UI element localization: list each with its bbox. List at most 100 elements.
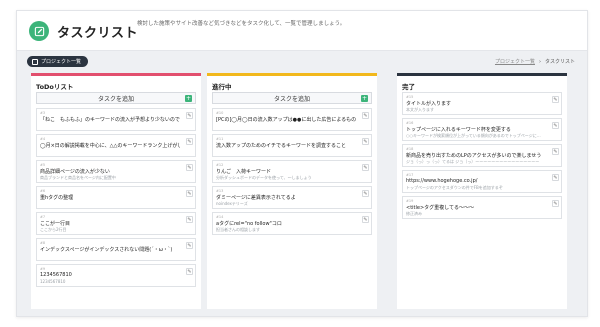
task-title: 商品詳細ページの流入が少ない [40,169,110,175]
pencil-icon[interactable]: ✎ [186,138,193,145]
column-title: ToDoリスト [36,83,74,91]
task-number: #4 [40,137,46,141]
task-title: りんご 入荷キーワード [216,169,272,175]
task-number: #12 [216,163,224,167]
task-number: #5 [40,163,46,167]
task-card[interactable]: #16 トップページに入れるキーワード杯を変更する ○○キーワードが検索順位が上がっ… [402,118,562,141]
task-card[interactable]: #17 https://www.hogehoge.co.jp/トップページのアクセ… [402,170,562,193]
breadcrumb-current: タスクリスト [544,59,575,65]
task-desc: ○○キーワードが検索順位が上がっている傾向があるのでトップページに… [406,133,541,138]
task-card[interactable]: #15 タイトルが入ります 本文が入ります ✎ [402,92,562,115]
task-card[interactable]: #6 重hタグの整理 ✎ [36,186,196,209]
task-card[interactable]: #7 ここが一行目 ここから2行目 ✎ [36,212,196,235]
pencil-icon[interactable]: ✎ [186,112,193,119]
breadcrumb-separator: › [538,58,541,65]
task-number: #17 [406,173,414,177]
pencil-icon[interactable]: ✎ [186,164,193,171]
task-desc: ここから2行目 [40,227,67,232]
pencil-icon[interactable]: ✎ [186,190,193,197]
pencil-icon[interactable]: ✎ [362,138,369,145]
task-title: 流入数アップのためのイチでるキーワードを調査すること [216,143,347,149]
task-title: aタグにrel="no follow"コロ [216,221,282,227]
task-card[interactable]: #9 1234567810 1234567810 ✎ [36,264,196,287]
task-title: ダミーページに差異表示されてるよ [216,195,296,201]
task-card[interactable]: #19 <title>タグ重複してる〜〜〜 修正済み ✎ [402,196,562,219]
task-number: #15 [406,95,414,99]
task-desc: 担当者さんの相談します [216,227,260,232]
task-number: #11 [216,137,224,141]
task-desc: 1234567810 [40,279,66,284]
task-card[interactable]: #13 ダミーページに差異表示されてるよ noindexテリーズ ✎ [212,186,372,209]
pencil-icon[interactable]: ✎ [186,216,193,223]
task-card[interactable]: #5 商品詳細ページの流入が少ない 商品ブランドと商品名をページ内に配置中 ✎ [36,160,196,183]
pencil-icon[interactable]: ✎ [186,242,193,249]
task-number: #16 [406,121,414,125]
breadcrumb-parent-link[interactable]: プロジェクト一覧 [495,58,535,65]
task-title: [PCの]◯月◯日の流入数アップは●●に出した広告によるものです [216,117,356,123]
column-title: 完了 [402,83,415,91]
task-desc: 修正済み [406,211,422,216]
page-description: 検討した施策やサイト改善など気づきなどをタスク化して、一覧で管理しましょう。 [137,21,346,27]
task-card[interactable]: #10 [PCの]◯月◯日の流入数アップは●●に出した広告によるものです ✎ [212,108,372,131]
card-list: #3 「ねこ もふもふ」のキーワードの流入が予想より少ないので、対策… ✎ #4 ◯月… [36,108,196,290]
pencil-icon[interactable]: ✎ [552,148,559,155]
task-number: #6 [40,189,46,193]
task-title: ◯月×日の解説掲載を中心に、△△のキーワードランク上げがしたい… [40,143,180,149]
pencil-icon[interactable]: ✎ [362,112,369,119]
task-title: インデックスページがインデックスされない問題(´・ω・`) [40,247,173,253]
project-list-label: プロジェクト一覧 [41,59,82,65]
task-card[interactable]: #14 aタグにrel="no follow"コロ 担当者さんの相談します ✎ [212,212,372,235]
task-number: #13 [216,189,224,193]
task-card[interactable]: #12 りんご 入荷キーワード 分析ダッシュボードのデータを使って、〜しましょう ✎ [212,160,372,183]
add-task-button[interactable]: タスクを追加 + [212,92,372,104]
task-number: #10 [216,111,224,115]
pencil-icon[interactable]: ✎ [552,174,559,181]
task-desc: 商品ブランドと商品名をページ内に配置中 [40,175,116,180]
task-number: #7 [40,215,46,219]
task-title: https://www.hogehoge.co.jp/ [406,178,478,184]
task-card[interactable]: #18 新商品を売り出すためのLPのアクセスが多いので楽しませう ジョ（っ）っ（っ）… [402,144,562,167]
task-title: トップページに入れるキーワード杯を変更する [406,127,511,133]
task-desc: noindexテリーズ [216,201,248,206]
task-title: 重hタグの整理 [40,195,74,201]
pencil-icon[interactable]: ✎ [552,200,559,207]
task-title: 「ねこ もふもふ」のキーワードの流入が予想より少ないので、対策… [40,117,180,123]
column-todo: ToDoリスト タスクを追加 + #3 「ねこ もふもふ」のキーワードの流入が予想… [31,73,201,309]
pencil-icon[interactable]: ✎ [362,216,369,223]
task-title: <title>タグ重複してる〜〜〜 [406,205,475,211]
task-title: ここが一行目 [40,221,71,227]
app-frame: タスクリスト 検討した施策やサイト改善など気づきなどをタスク化して、一覧で管理し… [16,10,588,317]
project-list-button[interactable]: プロジェクト一覧 [27,56,89,67]
task-desc: ジョ（っ）っ（っ）てるは ジョ（っ）ーーーーーーーーーーーーーーーー [406,159,540,164]
edit-square-icon [29,21,49,41]
folder-icon [32,58,38,65]
breadcrumb: プロジェクト一覧 › タスクリスト [495,58,575,66]
add-task-label: タスクを追加 [97,95,134,103]
task-card[interactable]: #3 「ねこ もふもふ」のキーワードの流入が予想より少ないので、対策… ✎ [36,108,196,131]
pencil-icon[interactable]: ✎ [362,164,369,171]
column-title: 進行中 [212,83,232,91]
page-title: タスクリスト [57,26,139,41]
task-number: #19 [406,199,414,203]
card-list: #15 タイトルが入ります 本文が入ります ✎ #16 トップページに入れるキーワード杯… [402,92,562,222]
task-card[interactable]: #11 流入数アップのためのイチでるキーワードを調査すること ✎ [212,134,372,157]
page-header: タスクリスト 検討した施策やサイト改善など気づきなどをタスク化して、一覧で管理し… [17,11,587,51]
subheader: プロジェクト一覧 プロジェクト一覧 › タスクリスト [17,52,587,70]
pencil-icon[interactable]: ✎ [362,190,369,197]
task-title: 1234567810 [40,272,72,278]
task-number: #9 [40,267,46,271]
task-title: 新商品を売り出すためのLPのアクセスが多いので楽しませう [406,153,542,159]
pencil-icon[interactable]: ✎ [186,268,193,275]
add-task-button[interactable]: タスクを追加 + [36,92,196,104]
card-list: #10 [PCの]◯月◯日の流入数アップは●●に出した広告によるものです ✎ #11… [212,108,372,238]
pencil-icon[interactable]: ✎ [552,96,559,103]
column-in-progress: 進行中 タスクを追加 + #10 [PCの]◯月◯日の流入数アップは●●に出した広… [207,73,377,309]
task-card[interactable]: #4 ◯月×日の解説掲載を中心に、△△のキーワードランク上げがしたい… ✎ [36,134,196,157]
column-done: 完了 #15 タイトルが入ります 本文が入ります ✎ #16 トップページに入れるキーワ… [397,73,567,309]
pencil-icon[interactable]: ✎ [552,122,559,129]
task-number: #3 [40,111,46,115]
task-desc: 本文が入ります [406,107,434,112]
task-card[interactable]: #8 インデックスページがインデックスされない問題(´・ω・`) ✎ [36,238,196,261]
task-title: タイトルが入ります [406,101,452,107]
add-task-label: タスクを追加 [273,95,310,103]
